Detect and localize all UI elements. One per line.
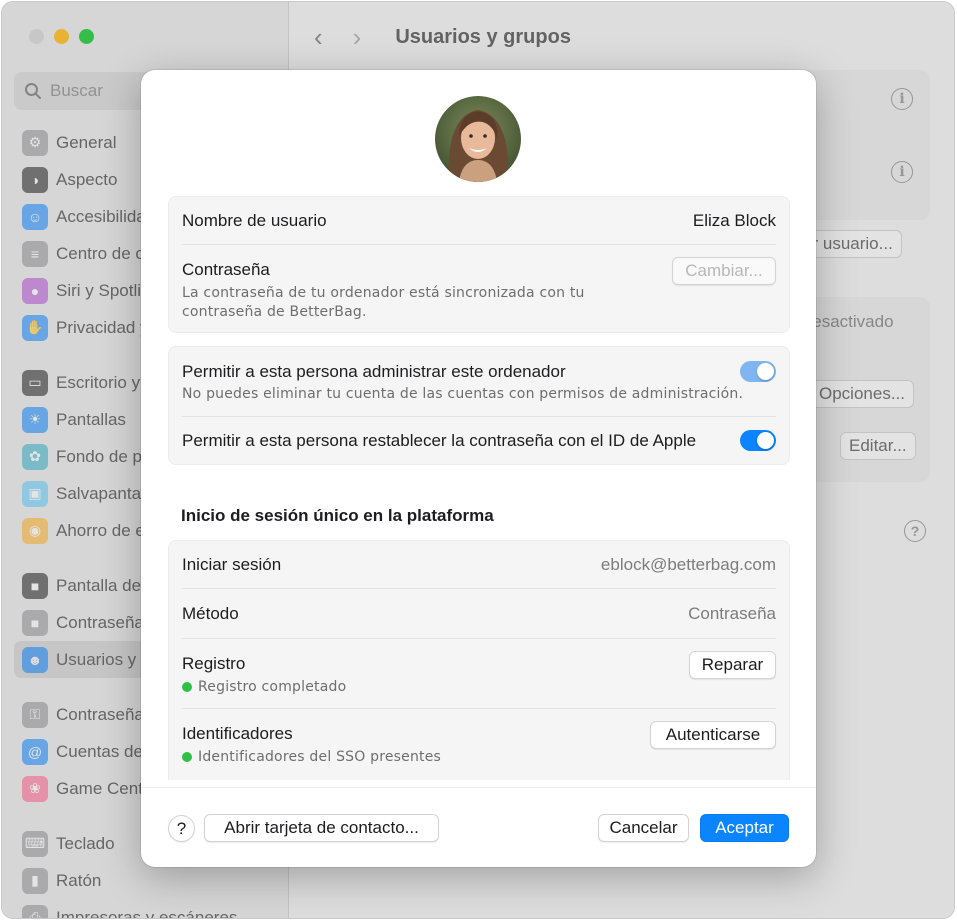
repair-button[interactable]: Reparar [689,651,776,679]
registration-label: Registro [182,654,246,673]
password-label: Contraseña [182,260,270,279]
password-note-line1: La contraseña de tu ordenador está sincr… [182,285,585,301]
username-value: Eliza Block [692,211,776,230]
admin-row: Permitir a esta persona administrar este… [182,347,776,417]
status-green-dot-icon [182,752,192,762]
admin-toggle[interactable] [740,361,776,382]
account-group: Nombre de usuario Eliza Block Contraseña… [168,196,790,333]
toggle-knob [757,432,774,449]
identifiers-row: Identificadores Identificadores del SSO … [182,709,776,779]
registration-row: Registro Registro completado Reparar [182,639,776,709]
status-green-dot-icon [182,682,192,692]
identifiers-status-text: Identificadores del SSO presentes [198,749,442,765]
sso-section-title: Inicio de sesión único en la plataforma [181,506,494,525]
signin-row: Iniciar sesión eblock@betterbag.com [182,541,776,589]
user-avatar[interactable] [435,96,521,182]
toggle-knob [757,363,774,380]
reset-password-row: Permitir a esta persona restablecer la c… [182,417,776,464]
identifiers-status: Identificadores del SSO presentes [182,747,441,767]
ok-button[interactable]: Aceptar [700,814,789,842]
registration-status-text: Registro completado [198,679,347,695]
avatar-photo [435,96,521,182]
admin-permission-note: No puedes eliminar tu cuenta de las cuen… [182,386,744,402]
method-value: Contraseña [688,604,776,623]
method-label: Método [182,604,239,623]
permissions-group: Permitir a esta persona administrar este… [168,346,790,465]
signin-value: eblock@betterbag.com [600,555,776,574]
identifiers-label: Identificadores [182,724,293,743]
method-row: Método Contraseña [182,589,776,639]
cancel-button[interactable]: Cancelar [598,814,689,842]
sso-group: Iniciar sesión eblock@betterbag.com Méto… [168,540,790,780]
authenticate-button[interactable]: Autenticarse [650,721,776,749]
user-details-sheet: Nombre de usuario Eliza Block Contraseña… [141,70,816,867]
reset-password-toggle[interactable] [740,430,776,451]
change-password-button[interactable]: Cambiar... [672,257,776,285]
password-row: Contraseña La contraseña de tu ordenador… [182,245,776,332]
signin-label: Iniciar sesión [182,555,282,574]
registration-status: Registro completado [182,677,346,697]
username-label: Nombre de usuario [182,211,327,230]
password-note-line2: contraseña de BetterBag. [182,304,367,320]
sheet-footer: ? Abrir tarjeta de contacto... Cancelar … [141,787,816,867]
admin-permission-label: Permitir a esta persona administrar este… [182,362,566,381]
reset-permission-label: Permitir a esta persona restablecer la c… [182,431,697,450]
help-button[interactable]: ? [168,815,195,842]
username-row: Nombre de usuario Eliza Block [182,197,776,245]
open-contact-card-button[interactable]: Abrir tarjeta de contacto... [204,814,439,842]
